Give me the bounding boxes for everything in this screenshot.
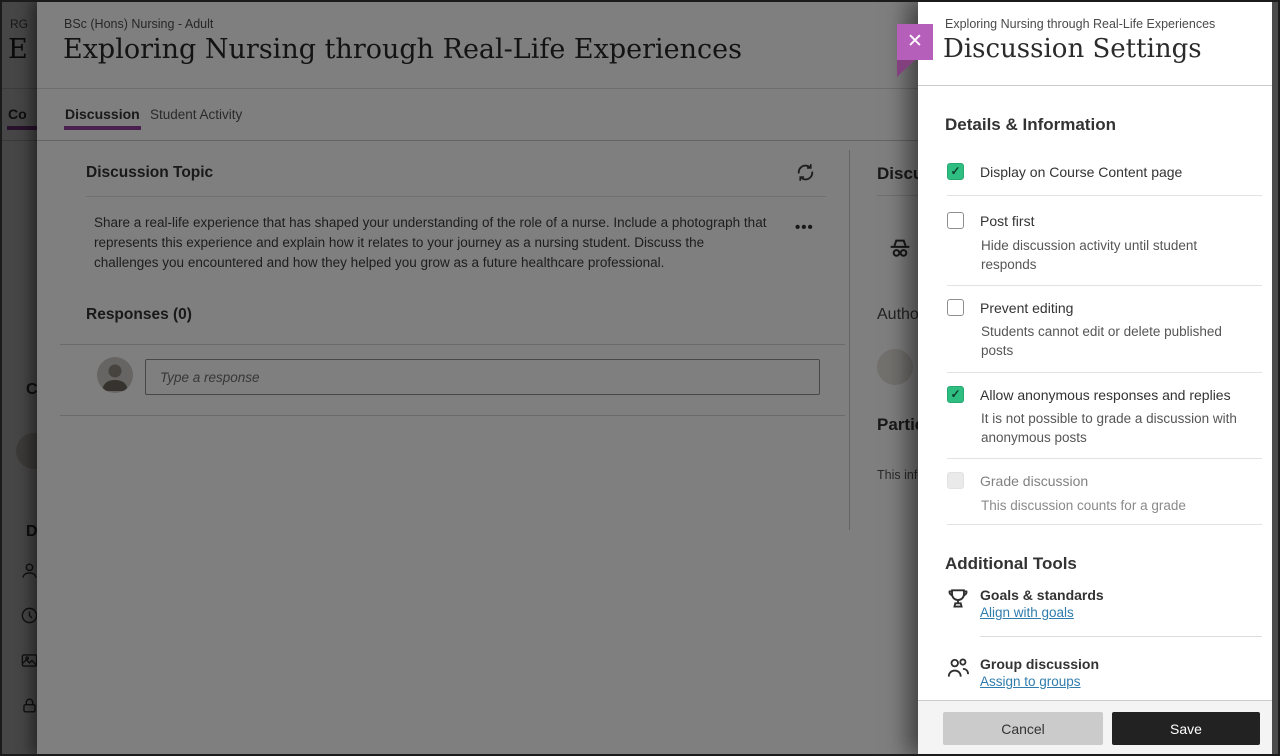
option-label: Prevent editing [980, 300, 1073, 316]
details-information-heading: Details & Information [945, 115, 1116, 135]
checkbox-grade-discussion [947, 472, 964, 489]
group-icon [945, 655, 971, 681]
option-label: Post first [980, 213, 1034, 229]
goals-icon [945, 586, 971, 612]
option-label: Allow anonymous responses and replies [980, 387, 1231, 403]
checkbox-allow-anonymous[interactable] [947, 386, 964, 403]
screen: RG E Co C D BSc (Hons) Nursing - Adult E… [0, 0, 1280, 756]
cancel-button[interactable]: Cancel [943, 712, 1103, 745]
divider [918, 85, 1280, 86]
option-label: Display on Course Content page [980, 164, 1182, 180]
divider [947, 195, 1262, 196]
divider [947, 458, 1262, 459]
panel-title: Discussion Settings [943, 34, 1202, 64]
option-description: This discussion counts for a grade [981, 496, 1233, 515]
divider [980, 636, 1262, 637]
discussion-settings-panel: ✕ Exploring Nursing through Real-Life Ex… [918, 0, 1280, 756]
option-label: Grade discussion [980, 473, 1088, 489]
scrollbar-strip[interactable] [1272, 0, 1280, 756]
option-description: It is not possible to grade a discussion… [981, 409, 1257, 447]
save-button[interactable]: Save [1112, 712, 1260, 745]
option-description: Students cannot edit or delete published… [981, 322, 1233, 360]
panel-footer: Cancel Save [918, 700, 1280, 756]
goals-standards-label: Goals & standards [980, 587, 1104, 603]
divider [947, 285, 1262, 286]
divider [947, 372, 1262, 373]
option-description: Hide discussion activity until student r… [981, 236, 1233, 274]
align-with-goals-link[interactable]: Align with goals [980, 605, 1074, 620]
group-discussion-label: Group discussion [980, 656, 1099, 672]
panel-context-title: Exploring Nursing through Real-Life Expe… [945, 17, 1215, 31]
checkbox-display-on-course-content[interactable] [947, 163, 964, 180]
assign-to-groups-link[interactable]: Assign to groups [980, 674, 1081, 689]
modal-dim-overlay[interactable] [0, 0, 918, 756]
divider [947, 524, 1262, 525]
checkbox-prevent-editing[interactable] [947, 299, 964, 316]
close-icon[interactable]: ✕ [897, 24, 933, 60]
additional-tools-heading: Additional Tools [945, 554, 1077, 574]
checkbox-post-first[interactable] [947, 212, 964, 229]
